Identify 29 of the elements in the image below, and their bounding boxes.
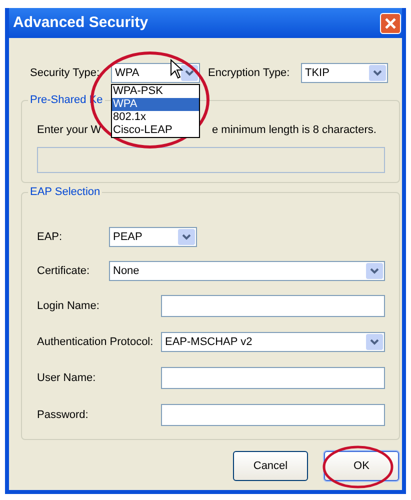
window-title: Advanced Security bbox=[13, 12, 148, 33]
dropdown-option[interactable]: WPA-PSK bbox=[112, 85, 199, 98]
dialog-button[interactable]: Cancel bbox=[233, 451, 308, 481]
field-label: Encryption Type: bbox=[208, 66, 291, 81]
field-label: Certificate: bbox=[37, 264, 91, 279]
dropdown-option[interactable]: Cisco-LEAP bbox=[112, 124, 199, 137]
field-label: EAP: bbox=[37, 230, 64, 245]
dropdown[interactable]: TKIP bbox=[301, 63, 388, 83]
pointer-icon bbox=[170, 59, 184, 80]
field-label: Login Name: bbox=[37, 298, 100, 314]
field-label: Authentication Protocol: bbox=[37, 334, 154, 350]
dropdown[interactable]: PEAP bbox=[109, 227, 197, 247]
highlight-ellipse bbox=[322, 446, 394, 488]
text-input-field[interactable] bbox=[161, 367, 385, 389]
field-label: User Name: bbox=[37, 370, 97, 386]
text-input-field[interactable] bbox=[161, 295, 385, 317]
dialog-button[interactable]: OK bbox=[324, 451, 399, 481]
dropdown-option[interactable]: WPA bbox=[112, 98, 199, 111]
close-button[interactable] bbox=[380, 12, 401, 34]
text-input-field[interactable] bbox=[161, 404, 385, 426]
dropdown[interactable]: None bbox=[109, 261, 385, 281]
dropdown[interactable]: WPA bbox=[111, 63, 200, 83]
hint-text: e minimum length is 8 characters. bbox=[212, 123, 376, 138]
field-label: Password: bbox=[37, 408, 90, 423]
dropdown[interactable]: EAP-MSCHAP v2 bbox=[161, 332, 385, 352]
dropdown-option[interactable]: 802.1x bbox=[112, 111, 199, 124]
field-label: Security Type: bbox=[30, 66, 100, 81]
close-icon bbox=[385, 18, 396, 28]
hint-text: Enter your W bbox=[37, 123, 102, 138]
